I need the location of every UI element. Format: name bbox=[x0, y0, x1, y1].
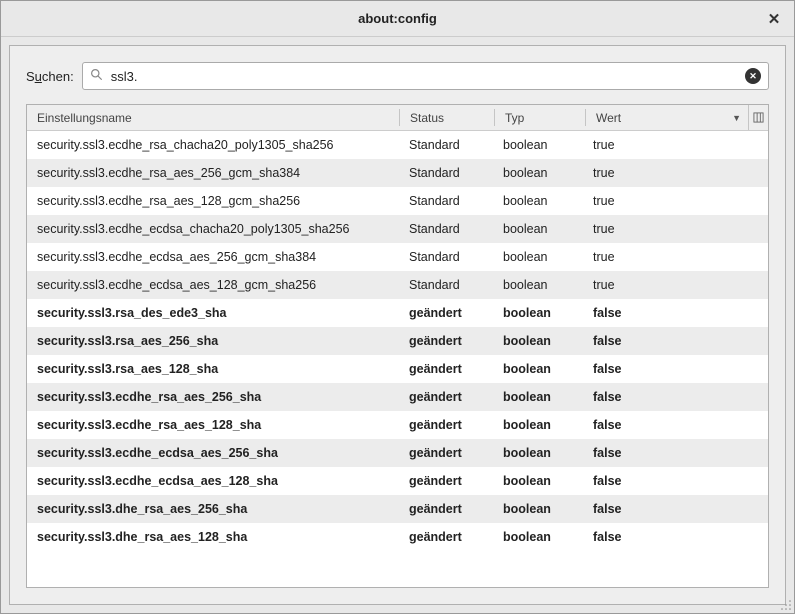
pref-status: Standard bbox=[399, 278, 493, 292]
pref-name: security.ssl3.ecdhe_rsa_aes_256_gcm_sha3… bbox=[27, 166, 399, 180]
column-picker-button[interactable] bbox=[748, 105, 768, 130]
pref-value: false bbox=[583, 418, 768, 432]
pref-status: Standard bbox=[399, 250, 493, 264]
pref-status: geändert bbox=[399, 446, 493, 460]
pref-status: Standard bbox=[399, 222, 493, 236]
pref-value: true bbox=[583, 166, 768, 180]
pref-status: Standard bbox=[399, 138, 493, 152]
pref-status: geändert bbox=[399, 418, 493, 432]
pref-type: boolean bbox=[493, 334, 583, 348]
pref-name: security.ssl3.rsa_des_ede3_sha bbox=[27, 306, 399, 320]
pref-name: security.ssl3.ecdhe_ecdsa_aes_128_sha bbox=[27, 474, 399, 488]
pref-type: boolean bbox=[493, 446, 583, 460]
pref-value: true bbox=[583, 278, 768, 292]
pref-name: security.ssl3.ecdhe_rsa_aes_256_sha bbox=[27, 390, 399, 404]
pref-value: false bbox=[583, 530, 768, 544]
column-header-value[interactable]: Wert ▼ bbox=[586, 105, 748, 130]
close-button[interactable]: ✕ bbox=[764, 9, 784, 29]
pref-name: security.ssl3.ecdhe_rsa_aes_128_gcm_sha2… bbox=[27, 194, 399, 208]
column-header-status[interactable]: Status bbox=[400, 105, 494, 130]
pref-name: security.ssl3.ecdhe_ecdsa_aes_256_sha bbox=[27, 446, 399, 460]
pref-value: true bbox=[583, 138, 768, 152]
table-row[interactable]: security.ssl3.rsa_des_ede3_shageändertbo… bbox=[27, 299, 768, 327]
titlebar: about:config ✕ bbox=[1, 1, 794, 37]
pref-type: boolean bbox=[493, 362, 583, 376]
pref-value: false bbox=[583, 390, 768, 404]
search-field-wrap bbox=[82, 62, 769, 90]
pref-name: security.ssl3.rsa_aes_128_sha bbox=[27, 362, 399, 376]
pref-status: geändert bbox=[399, 334, 493, 348]
table-row[interactable]: security.ssl3.ecdhe_rsa_aes_256_gcm_sha3… bbox=[27, 159, 768, 187]
pref-type: boolean bbox=[493, 418, 583, 432]
table-row[interactable]: security.ssl3.ecdhe_rsa_chacha20_poly130… bbox=[27, 131, 768, 159]
pref-status: geändert bbox=[399, 474, 493, 488]
table-row[interactable]: security.ssl3.ecdhe_ecdsa_aes_256_gcm_sh… bbox=[27, 243, 768, 271]
pref-type: boolean bbox=[493, 250, 583, 264]
clear-search-icon[interactable] bbox=[745, 68, 761, 84]
search-input[interactable] bbox=[82, 62, 769, 90]
pref-value: true bbox=[583, 250, 768, 264]
table-row[interactable]: security.ssl3.ecdhe_ecdsa_chacha20_poly1… bbox=[27, 215, 768, 243]
pref-type: boolean bbox=[493, 306, 583, 320]
pref-name: security.ssl3.ecdhe_ecdsa_chacha20_poly1… bbox=[27, 222, 399, 236]
pref-value: false bbox=[583, 446, 768, 460]
pref-name: security.ssl3.dhe_rsa_aes_128_sha bbox=[27, 530, 399, 544]
table-row[interactable]: security.ssl3.ecdhe_rsa_aes_128_gcm_sha2… bbox=[27, 187, 768, 215]
table-row[interactable]: security.ssl3.rsa_aes_128_shageändertboo… bbox=[27, 355, 768, 383]
table-row[interactable]: security.ssl3.ecdhe_ecdsa_aes_128_shageä… bbox=[27, 467, 768, 495]
window: about:config ✕ Suchen: Einstellungsname … bbox=[0, 0, 795, 614]
pref-status: Standard bbox=[399, 166, 493, 180]
pref-status: geändert bbox=[399, 306, 493, 320]
pref-value: false bbox=[583, 334, 768, 348]
pref-name: security.ssl3.ecdhe_rsa_aes_128_sha bbox=[27, 418, 399, 432]
table-row[interactable]: security.ssl3.dhe_rsa_aes_256_shageänder… bbox=[27, 495, 768, 523]
content-panel: Suchen: Einstellungsname Status Typ Wert bbox=[9, 45, 786, 605]
pref-status: geändert bbox=[399, 390, 493, 404]
pref-type: boolean bbox=[493, 222, 583, 236]
table-row[interactable]: security.ssl3.dhe_rsa_aes_128_shageänder… bbox=[27, 523, 768, 551]
pref-name: security.ssl3.ecdhe_ecdsa_aes_256_gcm_sh… bbox=[27, 250, 399, 264]
pref-type: boolean bbox=[493, 474, 583, 488]
pref-name: security.ssl3.ecdhe_ecdsa_aes_128_gcm_sh… bbox=[27, 278, 399, 292]
table-header: Einstellungsname Status Typ Wert ▼ bbox=[27, 105, 768, 131]
pref-type: boolean bbox=[493, 138, 583, 152]
pref-status: Standard bbox=[399, 194, 493, 208]
column-header-type[interactable]: Typ bbox=[495, 105, 585, 130]
pref-type: boolean bbox=[493, 278, 583, 292]
table-row[interactable]: security.ssl3.ecdhe_ecdsa_aes_256_shageä… bbox=[27, 439, 768, 467]
pref-name: security.ssl3.rsa_aes_256_sha bbox=[27, 334, 399, 348]
table-body[interactable]: security.ssl3.ecdhe_rsa_chacha20_poly130… bbox=[27, 131, 768, 587]
table-row[interactable]: security.ssl3.ecdhe_rsa_aes_256_shageänd… bbox=[27, 383, 768, 411]
pref-name: security.ssl3.dhe_rsa_aes_256_sha bbox=[27, 502, 399, 516]
table-row[interactable]: security.ssl3.ecdhe_rsa_aes_128_shageänd… bbox=[27, 411, 768, 439]
pref-value: true bbox=[583, 194, 768, 208]
pref-value: false bbox=[583, 474, 768, 488]
pref-type: boolean bbox=[493, 390, 583, 404]
column-header-name[interactable]: Einstellungsname bbox=[27, 105, 399, 130]
window-title: about:config bbox=[358, 11, 437, 26]
table-row[interactable]: security.ssl3.ecdhe_ecdsa_aes_128_gcm_sh… bbox=[27, 271, 768, 299]
pref-value: false bbox=[583, 502, 768, 516]
pref-value: false bbox=[583, 306, 768, 320]
search-row: Suchen: bbox=[26, 62, 769, 90]
pref-type: boolean bbox=[493, 194, 583, 208]
pref-type: boolean bbox=[493, 530, 583, 544]
pref-value: true bbox=[583, 222, 768, 236]
table-row[interactable]: security.ssl3.rsa_aes_256_shageändertboo… bbox=[27, 327, 768, 355]
pref-type: boolean bbox=[493, 166, 583, 180]
prefs-table: Einstellungsname Status Typ Wert ▼ secur… bbox=[26, 104, 769, 588]
pref-status: geändert bbox=[399, 502, 493, 516]
pref-name: security.ssl3.ecdhe_rsa_chacha20_poly130… bbox=[27, 138, 399, 152]
pref-status: geändert bbox=[399, 362, 493, 376]
sort-indicator-icon: ▼ bbox=[732, 113, 741, 123]
search-label: Suchen: bbox=[26, 69, 74, 84]
pref-value: false bbox=[583, 362, 768, 376]
pref-type: boolean bbox=[493, 502, 583, 516]
pref-status: geändert bbox=[399, 530, 493, 544]
